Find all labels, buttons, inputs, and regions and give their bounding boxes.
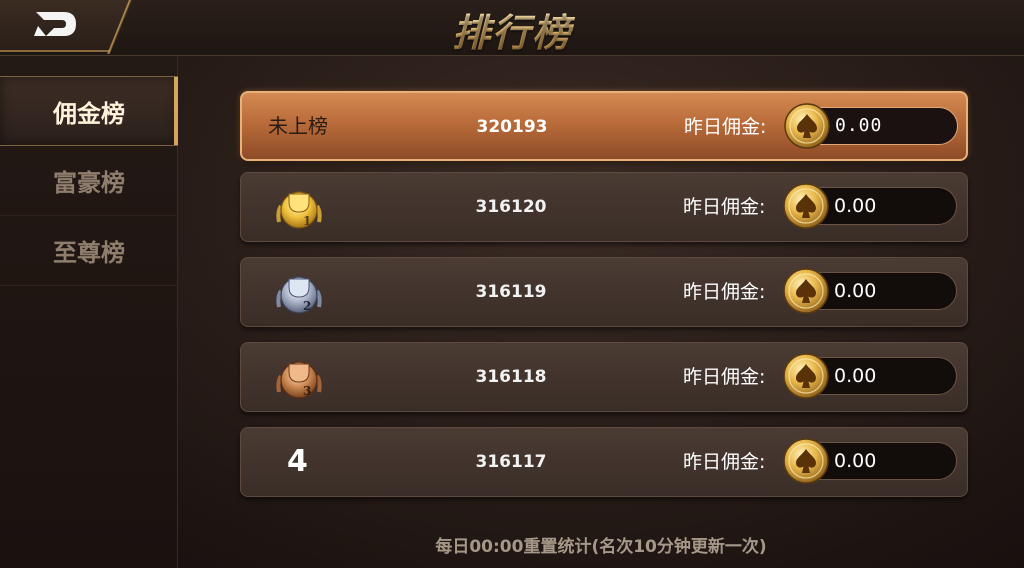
commission-value-box: 0.00 xyxy=(784,103,958,149)
commission-value: 0.00 xyxy=(835,115,883,136)
commission-label: 昨日佣金: xyxy=(683,196,766,218)
commission-label: 昨日佣金: xyxy=(684,116,767,138)
sidebar-item-supreme[interactable]: 至尊榜 xyxy=(0,216,178,286)
commission-value: 0.00 xyxy=(834,195,877,217)
spade-coin-icon xyxy=(783,183,829,229)
gold-trophy-medal-icon: 1 xyxy=(276,191,322,229)
svg-text:1: 1 xyxy=(303,214,311,228)
spade-coin-icon xyxy=(783,438,829,484)
user-id: 316118 xyxy=(475,367,547,387)
commission-value-box: 0.00 xyxy=(783,353,957,399)
user-id: 316119 xyxy=(475,282,547,302)
silver-trophy-medal-icon: 2 xyxy=(276,276,322,314)
user-id: 316120 xyxy=(475,197,547,217)
header-bar: 排行榜 xyxy=(0,0,1024,56)
rank-row: 2 316119 昨日佣金: 0.00 xyxy=(240,257,968,327)
rank-number: 4 xyxy=(287,444,308,479)
commission-label: 昨日佣金: xyxy=(683,281,766,303)
bronze-trophy-medal-icon: 3 xyxy=(276,361,322,399)
commission-value-box: 0.00 xyxy=(783,438,957,484)
rank-row: 1 316120 昨日佣金: 0.00 xyxy=(240,172,968,242)
commission-label: 昨日佣金: xyxy=(683,451,766,473)
spade-coin-icon xyxy=(784,103,830,149)
sidebar-item-rich[interactable]: 富豪榜 xyxy=(0,146,178,216)
commission-value: 0.00 xyxy=(834,450,877,472)
page-title: 排行榜 xyxy=(0,2,1024,57)
rank-row: 4 316117 昨日佣金: 0.00 xyxy=(240,427,968,497)
rank-status: 未上榜 xyxy=(268,114,328,138)
commission-value-box: 0.00 xyxy=(783,183,957,229)
spade-coin-icon xyxy=(783,353,829,399)
sidebar-item-commission[interactable]: 佣金榜 xyxy=(0,76,178,146)
svg-text:2: 2 xyxy=(303,299,311,313)
rank-row: 3 316118 昨日佣金: 0.00 xyxy=(240,342,968,412)
spade-coin-icon xyxy=(783,268,829,314)
self-rank-row: 未上榜 320193 昨日佣金: 0.00 xyxy=(240,91,968,161)
user-id: 316117 xyxy=(475,452,547,472)
svg-text:3: 3 xyxy=(303,384,311,398)
commission-value-box: 0.00 xyxy=(783,268,957,314)
user-id: 320193 xyxy=(476,117,548,137)
commission-value: 0.00 xyxy=(834,280,877,302)
reset-note: 每日00:00重置统计(名次10分钟更新一次) xyxy=(435,537,767,557)
commission-label: 昨日佣金: xyxy=(683,366,766,388)
sidebar: 佣金榜 富豪榜 至尊榜 xyxy=(0,56,178,568)
commission-value: 0.00 xyxy=(834,365,877,387)
